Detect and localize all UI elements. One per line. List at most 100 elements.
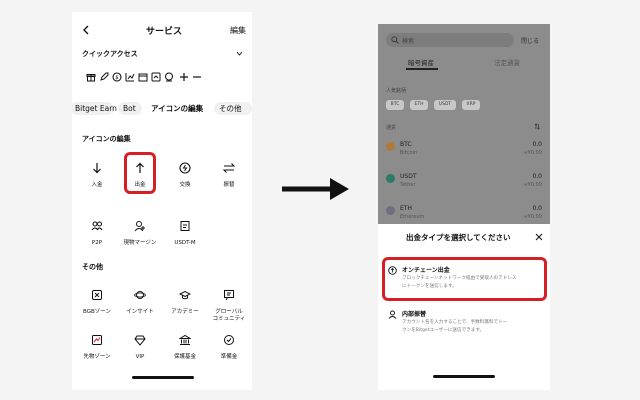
coin-amount: 0.0: [532, 141, 542, 148]
transfer-user-icon: [388, 310, 397, 319]
tile-bgb-zone[interactable]: BGBゾーン: [76, 289, 118, 316]
tile-insight[interactable]: インサイト: [119, 289, 161, 316]
tile-futures-zone[interactable]: 先物ゾーン: [76, 334, 118, 361]
coin-amount: 0.0: [532, 173, 542, 180]
reserve-icon: [208, 334, 250, 348]
coin-name: Ethereum: [400, 214, 425, 220]
onchain-highlight: [382, 257, 547, 301]
tile-academy[interactable]: アカデミー: [164, 289, 206, 316]
tile-margin[interactable]: 現物マージン: [119, 220, 161, 247]
tab-bitget-earn[interactable]: Bitget Earn: [72, 102, 117, 115]
coin-symbol: ETH: [400, 205, 412, 212]
tile-protection-fund[interactable]: 保護基金: [164, 334, 206, 361]
edit-link[interactable]: 編集: [230, 25, 246, 36]
tile-label: 先物ゾーン: [83, 354, 111, 360]
tab-edit-icons[interactable]: アイコンの編集: [146, 102, 210, 115]
tile-usdt-m[interactable]: USDT-M: [164, 220, 206, 247]
edit-section-title: アイコンの編集: [82, 135, 131, 143]
chevron-left-icon[interactable]: [82, 25, 90, 35]
close-button[interactable]: 閉じる: [521, 36, 539, 45]
gift-icon[interactable]: [86, 72, 96, 82]
tab-bot[interactable]: Bot: [118, 102, 142, 115]
transfer-icon: [208, 162, 250, 176]
tile-reserve[interactable]: 準備金: [208, 334, 250, 361]
tile-label-line2: コミュニティ: [212, 315, 246, 322]
coin-row[interactable]: USDT Tether 0.0 ≈¥0.00: [378, 170, 550, 198]
tile-label: P2P: [91, 240, 103, 246]
tile-label: USDT-M: [174, 240, 196, 246]
minus-icon[interactable]: [192, 72, 202, 82]
tile-label: BGBゾーン: [83, 309, 111, 315]
tile-label: VIP: [135, 354, 145, 360]
tile-label: インサイト: [126, 309, 154, 315]
option-title: 内部振替: [402, 311, 427, 318]
chat-icon: [208, 289, 250, 303]
sheet-title: 出金タイプを選択してください: [406, 233, 511, 242]
other-section-title: その他: [82, 263, 103, 271]
contract-icon: [164, 220, 206, 234]
planet-icon: [119, 289, 161, 303]
search-icon: [391, 36, 399, 44]
withdraw-type-screen: 検索 閉じる 暗号資産 法定通貨 人気銘柄 BTC ETH USDT XRP 通…: [378, 24, 550, 390]
sort-icon[interactable]: [534, 123, 541, 130]
coin-value: ≈¥0.00: [523, 150, 542, 156]
tab-crypto[interactable]: 暗号資産: [408, 57, 434, 67]
chevron-down-icon[interactable]: [236, 51, 243, 56]
tile-deposit[interactable]: 入金: [76, 162, 118, 189]
coin-symbol: USDT: [400, 173, 417, 180]
btc-icon: [386, 142, 395, 151]
arrow-down-icon: [76, 162, 118, 176]
rocket-icon[interactable]: [99, 72, 109, 82]
home-indicator: [132, 376, 194, 379]
people-icon: [76, 220, 118, 234]
coin-value: ≈¥0.00: [523, 182, 542, 188]
withdraw-type-sheet: 出金タイプを選択してください オンチェーン出金 ブロックチェーンネットワーク経由…: [378, 224, 550, 390]
tile-global-community[interactable]: グローバル コミュニティ: [208, 289, 250, 322]
tile-label: 準備金: [220, 354, 238, 360]
option-internal-transfer[interactable]: 内部振替 アカウント名を入力することで、手数料無料でトー クンをBitgetユー…: [384, 306, 544, 340]
diamond-icon: [119, 334, 161, 348]
tab-underline: [406, 68, 438, 70]
tile-exchange[interactable]: 交換: [164, 162, 206, 189]
usdt-icon: [386, 174, 395, 183]
tab-fiat[interactable]: 法定通貨: [494, 57, 520, 67]
coin-name: Tether: [400, 182, 416, 188]
tile-vip[interactable]: VIP: [119, 334, 161, 361]
quick-access-title: クイックアクセス: [82, 50, 138, 58]
dimmed-background: 検索 閉じる 暗号資産 法定通貨 人気銘柄 BTC ETH USDT XRP 通…: [378, 24, 550, 224]
tile-p2p[interactable]: P2P: [76, 220, 118, 247]
home-indicator: [433, 375, 495, 378]
tile-label: 入金: [91, 182, 103, 188]
list-label: 通貨: [386, 125, 397, 131]
close-icon[interactable]: [535, 233, 543, 241]
bgb-icon: [76, 289, 118, 303]
tile-transfer[interactable]: 振替: [208, 162, 250, 189]
tab-other[interactable]: その他: [214, 102, 252, 115]
option-desc-line1: アカウント名を入力することで、手数料無料でトー: [402, 320, 508, 325]
popular-label: 人気銘柄: [386, 88, 407, 94]
services-screen: サービス 編集 クイックアクセス $ Bitget Earn Bot アイコンの…: [72, 12, 252, 390]
search-bar[interactable]: 検索: [386, 33, 514, 47]
tile-label: 振替: [223, 182, 235, 188]
chip-btc[interactable]: BTC: [386, 100, 404, 110]
search-input[interactable]: 検索: [402, 36, 414, 45]
tile-label: 交換: [179, 182, 191, 188]
tile-label: アカデミー: [171, 309, 199, 315]
robot-icon[interactable]: [164, 72, 174, 82]
chart-icon[interactable]: [125, 72, 135, 82]
coin-amount: 0.0: [532, 205, 542, 212]
coin-value: ≈¥0.00: [523, 214, 542, 220]
quick-access-icons: $: [82, 70, 242, 86]
chip-usdt[interactable]: USDT: [434, 100, 456, 110]
chip-eth[interactable]: ETH: [410, 100, 428, 110]
coin-icon[interactable]: $: [112, 72, 122, 82]
coin-name: Bitcoin: [400, 150, 418, 156]
plus-icon[interactable]: [179, 72, 189, 82]
withdraw-highlight: [124, 152, 156, 194]
futures-icon: [76, 334, 118, 348]
coin-row[interactable]: BTC Bitcoin 0.0 ≈¥0.00: [378, 138, 550, 166]
pie-icon[interactable]: [151, 72, 161, 82]
grid-icon[interactable]: [138, 72, 148, 82]
chip-xrp[interactable]: XRP: [462, 100, 480, 110]
cap-icon: [164, 289, 206, 303]
